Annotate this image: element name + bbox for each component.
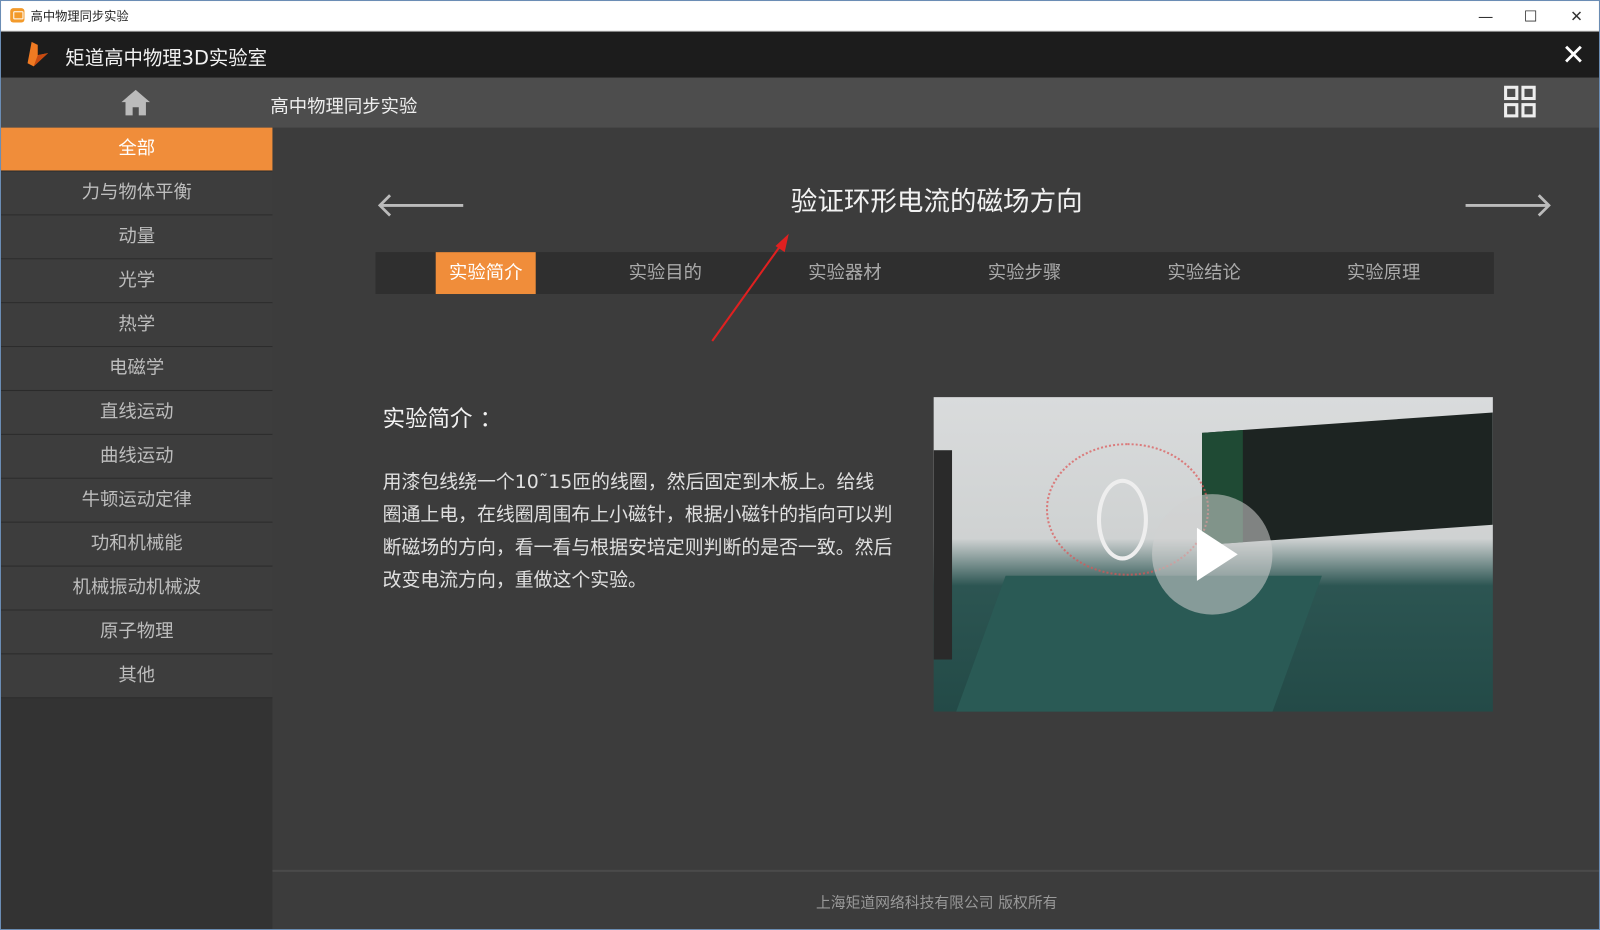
tab[interactable]: 实验步骤 xyxy=(974,252,1074,294)
sidebar-item[interactable]: 功和机械能 xyxy=(1,522,273,567)
video-toolbar xyxy=(933,450,953,660)
sidebar-item[interactable]: 光学 xyxy=(1,259,273,304)
experiment-description: 用漆包线绕一个10˜15匝的线圈，然后固定到木板上。给线圈通上电，在线圈周围布上… xyxy=(382,471,893,592)
app-window: 高中物理同步实验 — ☐ ✕ 矩道高中物理3D实验室 ✕ 高中物理同步实验 全部… xyxy=(0,0,1600,930)
sidebar-item[interactable]: 其他 xyxy=(1,654,273,699)
app-icon xyxy=(10,8,25,23)
minimize-button[interactable]: — xyxy=(1463,1,1508,32)
sidebar-item[interactable]: 直线运动 xyxy=(1,391,273,435)
home-icon[interactable] xyxy=(120,88,151,117)
main-content: 🡐 🡒 验证环形电流的磁场方向 实验简介 实验目的 实验器材 实验步骤 实验结论 实验原理… xyxy=(272,128,1599,929)
sidebar-item[interactable]: 机械振动机械波 xyxy=(1,566,273,611)
tab[interactable]: 实验目的 xyxy=(615,252,715,294)
nav-bar: 高中物理同步实验 xyxy=(1,77,1599,128)
play-icon[interactable] xyxy=(1152,494,1273,615)
coil-ring xyxy=(1096,478,1148,561)
maximize-button[interactable]: ☐ xyxy=(1508,1,1553,32)
nav-title: 高中物理同步实验 xyxy=(270,95,418,118)
section-title: 实验简介 ： xyxy=(382,407,503,433)
experiment-title: 验证环形电流的磁场方向 xyxy=(790,186,1083,218)
window-titlebar: 高中物理同步实验 — ☐ ✕ xyxy=(1,1,1599,32)
sidebar-item[interactable]: 曲线运动 xyxy=(1,434,273,479)
lab-table xyxy=(953,575,1322,712)
window-title: 高中物理同步实验 xyxy=(30,9,129,24)
copyright-text: 上海矩道网络科技有限公司 版权所有 xyxy=(816,895,1058,912)
sidebar-item[interactable]: 动量 xyxy=(1,215,273,260)
category-sidebar: 全部 力与物体平衡 动量 光学 热学 电磁学 直线运动 曲线运动 牛顿运动定律 功和机械能 机械振动… xyxy=(1,127,273,930)
grid-view-icon[interactable] xyxy=(1504,85,1536,118)
logo-icon xyxy=(27,41,48,67)
sidebar-item[interactable]: 力与物体平衡 xyxy=(1,171,273,216)
video-preview[interactable] xyxy=(933,397,1493,712)
tab-bar: 实验简介 实验目的 实验器材 实验步骤 实验结论 实验原理 xyxy=(375,252,1494,295)
sidebar-item[interactable]: 热学 xyxy=(1,303,273,348)
tab[interactable]: 实验器材 xyxy=(795,252,895,294)
tab[interactable]: 实验原理 xyxy=(1334,252,1434,294)
window-close-button[interactable]: ✕ xyxy=(1554,1,1599,32)
footer-divider xyxy=(272,869,1599,872)
sidebar-item[interactable]: 全部 xyxy=(1,127,273,172)
tab[interactable]: 实验结论 xyxy=(1154,252,1254,294)
app-header: 矩道高中物理3D实验室 ✕ xyxy=(1,31,1599,78)
sidebar-item[interactable]: 牛顿运动定律 xyxy=(1,478,273,523)
sidebar-item[interactable]: 原子物理 xyxy=(1,610,273,655)
tab[interactable]: 实验简介 xyxy=(435,252,536,295)
app-close-button[interactable]: ✕ xyxy=(1556,38,1591,72)
sidebar-item[interactable]: 电磁学 xyxy=(1,347,273,392)
app-title: 矩道高中物理3D实验室 xyxy=(65,46,268,70)
